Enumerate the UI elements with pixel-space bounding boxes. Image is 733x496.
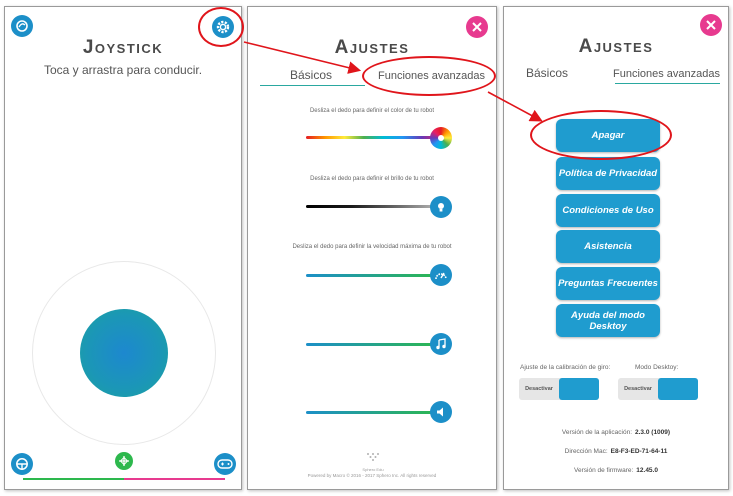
arrow-to-apagar [487, 91, 543, 122]
arrow-to-advanced-tab [243, 41, 362, 74]
annotation-arrows [243, 41, 543, 122]
